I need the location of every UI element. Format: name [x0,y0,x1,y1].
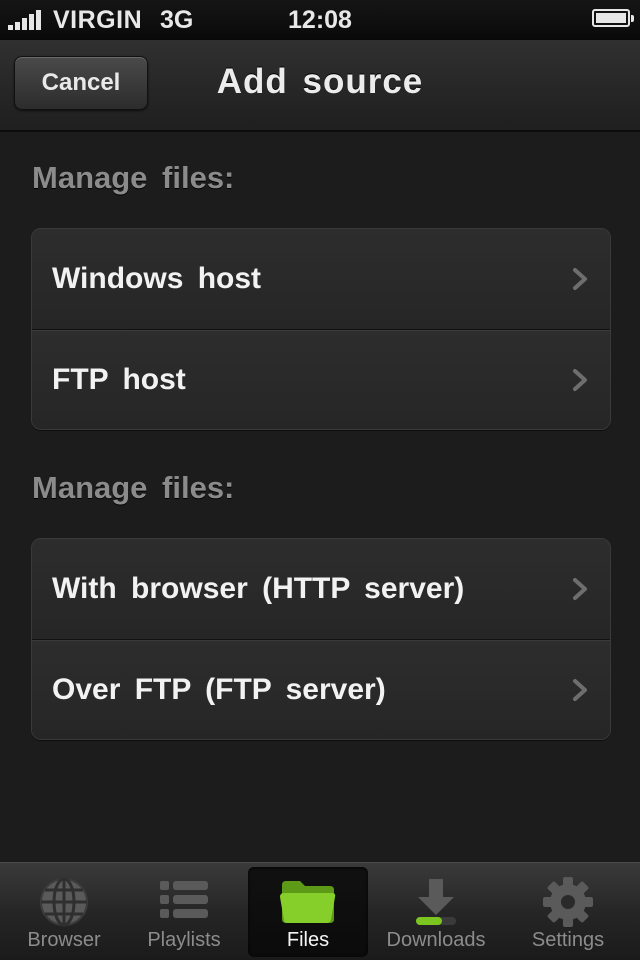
section-header-manage-files-hosts: Manage files: [32,160,235,195]
list-icon [160,881,208,918]
chevron-right-icon [573,369,587,391]
row-label: Windows host [52,262,262,295]
navigation-bar: Cancel Add source [0,40,640,132]
windows-host-row[interactable]: Windows host [32,229,610,329]
tab-playlists[interactable]: Playlists [124,867,244,957]
tab-label: Settings [531,929,605,951]
tab-downloads[interactable]: Downloads [376,867,496,957]
chevron-right-icon [573,578,587,600]
row-label: With browser (HTTP server) [52,572,465,605]
gear-icon [543,877,593,927]
tab-label: Playlists [147,929,221,951]
folder-icon [280,881,336,923]
row-label: Over FTP (FTP server) [52,673,386,706]
chevron-right-icon [573,679,587,701]
battery-icon [592,9,634,27]
ftp-server-row[interactable]: Over FTP (FTP server) [32,639,610,739]
hosts-group: Windows host FTP host [31,228,611,430]
download-icon [416,879,456,925]
row-label: FTP host [52,363,186,396]
globe-icon [40,877,88,927]
tab-settings[interactable]: Settings [508,867,628,957]
add-source-screen: VIRGIN 3G 12:08 Cancel Add source Manage… [0,0,640,960]
chevron-right-icon [573,268,587,290]
page-title: Add source [216,62,424,101]
tab-label: Downloads [386,929,486,951]
status-bar: VIRGIN 3G 12:08 [0,0,640,40]
tab-label: Files [286,929,330,951]
http-server-row[interactable]: With browser (HTTP server) [32,539,610,639]
tab-files[interactable]: Files [248,867,368,957]
status-time: 12:08 [288,6,352,34]
section-header-manage-files-servers: Manage files: [32,470,235,505]
ftp-host-row[interactable]: FTP host [32,329,610,429]
tab-bar: Browser Playlists Files Downloads Settin… [0,862,640,960]
content-area: Manage files: Windows host FTP host Mana… [0,132,640,862]
servers-group: With browser (HTTP server) Over FTP (FTP… [31,538,611,740]
tab-browser[interactable]: Browser [4,867,124,957]
